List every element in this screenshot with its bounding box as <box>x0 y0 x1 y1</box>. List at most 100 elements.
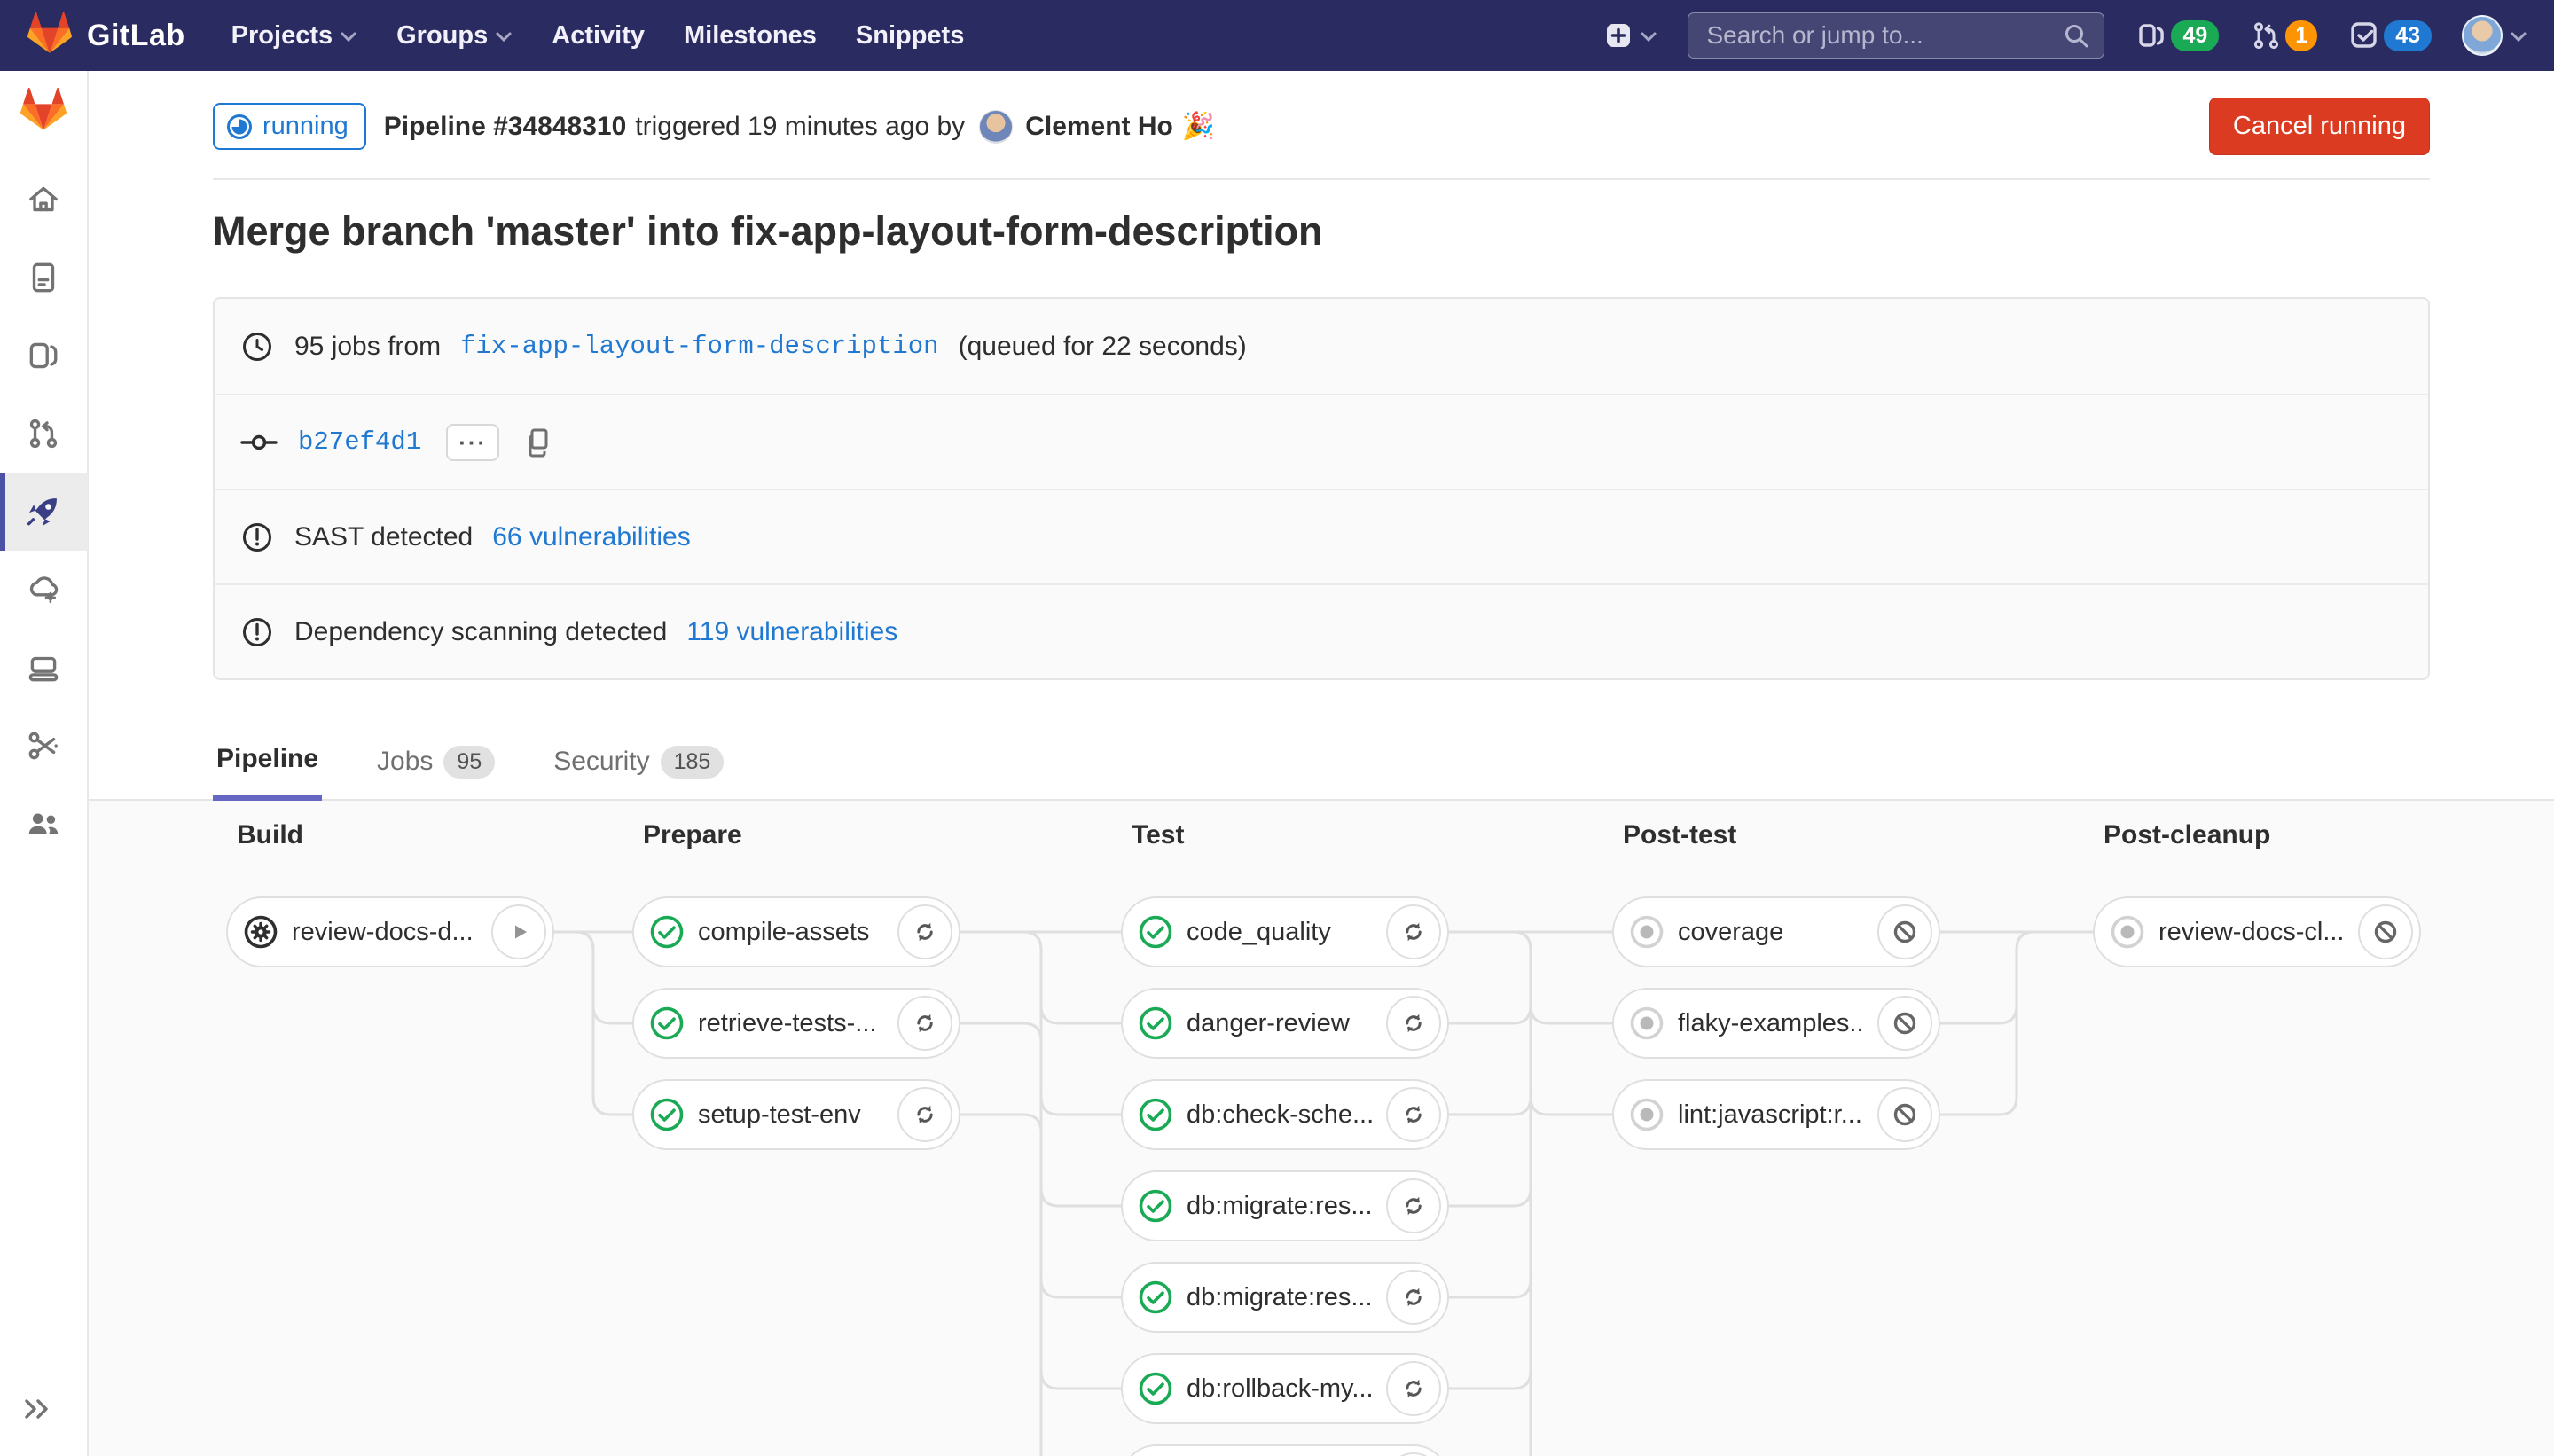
success-status-icon <box>648 913 686 951</box>
user-menu-button[interactable] <box>2462 15 2527 56</box>
top-navbar: GitLab Projects Groups Activity Mileston… <box>0 0 2554 71</box>
stage-title: Post-cleanup <box>2104 820 2270 850</box>
copy-commit-button[interactable] <box>522 427 554 458</box>
cancel-running-button[interactable]: Cancel running <box>2209 98 2430 155</box>
pipeline-status-badge[interactable]: running <box>213 103 366 150</box>
alert-icon <box>239 614 275 650</box>
retry-job-button[interactable] <box>897 996 952 1051</box>
gitlab-logo-icon <box>27 12 73 60</box>
author-emoji: 🎉 <box>1182 111 1215 142</box>
main-nav: Projects Groups Activity Milestones Snip… <box>231 21 965 51</box>
branch-link[interactable]: fix-app-layout-form-description <box>460 332 939 361</box>
job-pill[interactable]: db:rollback... <box>1121 1444 1449 1456</box>
job-label: danger-review <box>1187 1009 1374 1038</box>
plus-icon <box>1602 20 1634 51</box>
tab-jobs[interactable]: Jobs 95 <box>373 728 498 801</box>
job-pill[interactable]: db:rollback-my... <box>1121 1353 1449 1424</box>
search-icon <box>2062 21 2092 51</box>
page-title: Merge branch 'master' into fix-app-layou… <box>213 207 2430 256</box>
retry-job-button[interactable] <box>1386 904 1441 959</box>
main-content: running Pipeline #34848310 triggered 19 … <box>89 71 2554 1456</box>
global-search <box>1688 12 2104 59</box>
success-status-icon <box>1137 1370 1174 1407</box>
gitlab-home-link[interactable]: GitLab <box>27 12 185 60</box>
retry-job-button[interactable] <box>1386 1178 1441 1233</box>
sast-vulnerabilities-link[interactable]: 66 vulnerabilities <box>492 522 690 552</box>
pipeline-graph: Buildreview-docs-d...Preparecompile-asse… <box>89 801 2554 1456</box>
play-job-button[interactable] <box>491 904 546 959</box>
tab-pipeline[interactable]: Pipeline <box>213 728 322 801</box>
collapse-sidebar-button[interactable] <box>0 1378 89 1440</box>
sidebar-item-operations[interactable] <box>0 551 88 629</box>
retry-job-button[interactable] <box>1386 1452 1441 1456</box>
pipeline-title: Pipeline #34848310 triggered 19 minutes … <box>384 110 1215 144</box>
success-status-icon <box>1137 1096 1174 1133</box>
job-pill[interactable]: flaky-examples... <box>1612 988 1940 1059</box>
sidebar-item-snippets[interactable] <box>0 707 88 785</box>
cancel-job-button[interactable] <box>1877 996 1932 1051</box>
merge-request-icon <box>2249 19 2283 52</box>
project-avatar-gitlab-logo[interactable] <box>20 87 67 137</box>
job-pill[interactable]: retrieve-tests-... <box>632 988 960 1059</box>
job-pill[interactable]: coverage <box>1612 896 1940 967</box>
author-avatar[interactable] <box>979 110 1013 144</box>
cancel-job-button[interactable] <box>2358 904 2413 959</box>
job-pill[interactable]: db:migrate:res... <box>1121 1262 1449 1333</box>
job-label: coverage <box>1678 918 1865 947</box>
todo-check-icon <box>2347 19 2381 52</box>
stage-title: Test <box>1132 820 1184 850</box>
sidebar-item-registry[interactable] <box>0 629 88 707</box>
job-pill[interactable]: setup-test-env <box>632 1079 960 1150</box>
retry-job-button[interactable] <box>1386 1361 1441 1416</box>
job-pill[interactable]: db:check-sche... <box>1121 1079 1449 1150</box>
nav-activity[interactable]: Activity <box>552 21 645 51</box>
job-pill[interactable]: db:migrate:res... <box>1121 1170 1449 1241</box>
sidebar-item-merge-requests[interactable] <box>0 395 88 473</box>
new-menu-button[interactable] <box>1602 20 1657 51</box>
search-input[interactable] <box>1688 12 2104 59</box>
pipeline-header: running Pipeline #34848310 triggered 19 … <box>89 71 2554 178</box>
sidebar-item-repository[interactable] <box>0 239 88 317</box>
cancel-job-button[interactable] <box>1877 904 1932 959</box>
issues-counter-button[interactable]: 49 <box>2135 19 2219 52</box>
retry-job-button[interactable] <box>1386 1087 1441 1142</box>
retry-job-button[interactable] <box>897 1087 952 1142</box>
ci-cd-rocket-icon <box>24 492 63 531</box>
nav-groups[interactable]: Groups <box>396 21 513 51</box>
alert-icon <box>239 520 275 555</box>
job-pill[interactable]: review-docs-cl... <box>2093 896 2421 967</box>
job-pill[interactable]: review-docs-d... <box>226 896 554 967</box>
clock-icon <box>239 329 275 364</box>
job-label: db:check-sche... <box>1187 1100 1374 1130</box>
overview-icon <box>25 181 62 218</box>
sidebar-item-members[interactable] <box>0 785 88 863</box>
job-pill[interactable]: code_quality <box>1121 896 1449 967</box>
commit-icon <box>239 425 278 460</box>
retry-job-button[interactable] <box>897 904 952 959</box>
nav-milestones[interactable]: Milestones <box>684 21 817 51</box>
pipeline-summary-box: 95 jobs from fix-app-layout-form-descrip… <box>213 297 2430 680</box>
job-pill[interactable]: lint:javascript:r... <box>1612 1079 1940 1150</box>
todos-counter-button[interactable]: 43 <box>2347 19 2432 52</box>
collapse-sidebar-icon <box>21 1393 53 1425</box>
success-status-icon <box>1137 913 1174 951</box>
job-label: db:migrate:res... <box>1187 1283 1374 1312</box>
nav-snippets[interactable]: Snippets <box>856 21 964 51</box>
retry-job-button[interactable] <box>1386 996 1441 1051</box>
merge-requests-counter-button[interactable]: 1 <box>2249 19 2317 52</box>
job-pill[interactable]: danger-review <box>1121 988 1449 1059</box>
tab-security[interactable]: Security 185 <box>550 728 727 801</box>
sidebar-item-issues[interactable] <box>0 317 88 395</box>
expand-commit-button[interactable]: ··· <box>446 424 499 461</box>
nav-projects[interactable]: Projects <box>231 21 357 51</box>
retry-job-button[interactable] <box>1386 1270 1441 1325</box>
job-pill[interactable]: compile-assets <box>632 896 960 967</box>
author-name[interactable]: Clement Ho <box>1025 112 1173 142</box>
issues-icon <box>2135 19 2168 52</box>
sidebar-item-ci-cd[interactable] <box>0 473 88 551</box>
commit-sha-link[interactable]: b27ef4d1 <box>298 427 421 457</box>
jobs-summary-row: 95 jobs from fix-app-layout-form-descrip… <box>215 299 2428 394</box>
sidebar-item-overview[interactable] <box>0 160 88 239</box>
cancel-job-button[interactable] <box>1877 1087 1932 1142</box>
dependency-vulnerabilities-link[interactable]: 119 vulnerabilities <box>686 617 897 647</box>
